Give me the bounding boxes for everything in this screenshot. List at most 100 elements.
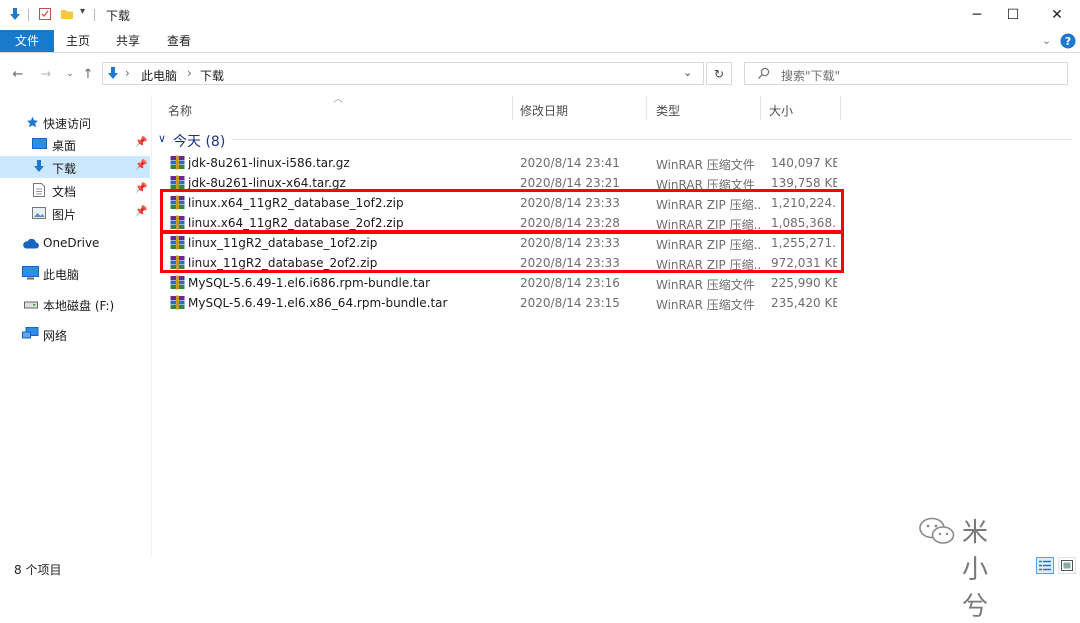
search-placeholder: 搜索"下载" — [781, 69, 841, 83]
large-icons-view-button[interactable] — [1058, 557, 1076, 574]
file-date: 2020/8/14 23:33 — [520, 196, 620, 210]
file-date: 2020/8/14 23:15 — [520, 296, 620, 310]
search-input[interactable]: 搜索"下载" — [744, 62, 1068, 85]
forward-arrow-icon[interactable]: → — [38, 64, 54, 84]
file-type: WinRAR ZIP 压缩... — [656, 238, 760, 252]
tab-share[interactable]: 共享 — [108, 30, 148, 52]
pin-icon[interactable]: 📌 — [135, 183, 147, 194]
file-size: 1,085,368... — [771, 216, 837, 230]
file-row[interactable]: MySQL-5.6.49-1.el6.x86_64.rpm-bundle.tar… — [160, 293, 840, 313]
file-size: 235,420 KB — [771, 296, 837, 310]
column-header-size[interactable]: 大小 — [769, 102, 793, 119]
quick-access-dropdown-icon[interactable]: ▾ — [80, 6, 85, 17]
column-header-date[interactable]: 修改日期 — [520, 102, 568, 119]
column-header-name[interactable]: 名称 — [168, 102, 192, 119]
pin-icon[interactable]: 📌 — [135, 160, 147, 171]
nav-label: 图片 — [52, 208, 77, 222]
file-row[interactable]: linux.x64_11gR2_database_2of2.zip 2020/8… — [160, 213, 840, 233]
file-row[interactable]: jdk-8u261-linux-i586.tar.gz 2020/8/14 23… — [160, 153, 840, 173]
details-view-icon — [1039, 560, 1051, 571]
pin-icon[interactable]: 📌 — [135, 206, 147, 217]
winrar-archive-icon — [170, 295, 185, 310]
pane-divider[interactable] — [151, 95, 152, 555]
address-bar[interactable]: › 此电脑 › 下载 ⌄ — [102, 62, 704, 85]
breadcrumb-separator: › — [125, 66, 130, 80]
details-view-button[interactable] — [1036, 557, 1054, 574]
sort-ascending-icon: ︿ — [333, 94, 343, 105]
column-divider[interactable] — [512, 96, 513, 120]
file-date: 2020/8/14 23:41 — [520, 156, 620, 170]
nav-item-local-disk[interactable]: 本地磁盘 (F:) — [0, 293, 150, 315]
breadcrumb-separator: › — [187, 66, 192, 80]
file-size: 225,990 KB — [771, 276, 837, 290]
file-type: WinRAR 压缩文件 — [656, 278, 755, 292]
nav-item-pictures[interactable]: 图片 📌 — [0, 202, 150, 224]
desktop-icon — [32, 138, 47, 149]
file-row[interactable]: jdk-8u261-linux-x64.tar.gz 2020/8/14 23:… — [160, 173, 840, 193]
file-name: linux_11gR2_database_2of2.zip — [188, 256, 378, 270]
nav-label: 快速访问 — [43, 117, 92, 131]
file-name: linux_11gR2_database_1of2.zip — [188, 236, 378, 250]
group-divider — [232, 139, 1072, 140]
nav-item-desktop[interactable]: 桌面 📌 — [0, 133, 150, 155]
document-icon — [33, 183, 45, 197]
file-name: MySQL-5.6.49-1.el6.x86_64.rpm-bundle.tar — [188, 296, 448, 310]
file-size: 1,210,224... — [771, 196, 837, 210]
file-row[interactable]: linux_11gR2_database_1of2.zip 2020/8/14 … — [160, 233, 840, 253]
file-type: WinRAR 压缩文件 — [656, 298, 755, 312]
search-icon — [758, 67, 770, 79]
nav-item-downloads[interactable]: 下载 📌 — [0, 156, 150, 178]
svg-text:?: ? — [1065, 35, 1071, 48]
column-header-type[interactable]: 类型 — [656, 102, 680, 119]
nav-item-onedrive[interactable]: OneDrive — [0, 232, 150, 254]
ribbon-tabs: 文件 主页 共享 查看 ⌄ ? — [0, 30, 1080, 52]
column-divider[interactable] — [760, 96, 761, 120]
drive-icon — [24, 301, 38, 309]
group-header[interactable]: 今天 (8) — [173, 131, 225, 151]
file-type: WinRAR 压缩文件 — [656, 158, 755, 172]
breadcrumb-this-pc[interactable]: 此电脑 — [141, 67, 177, 84]
breadcrumb-downloads[interactable]: 下载 — [200, 67, 224, 84]
star-icon — [27, 116, 39, 128]
file-type: WinRAR ZIP 压缩... — [656, 218, 760, 232]
properties-icon[interactable] — [38, 7, 52, 21]
refresh-button[interactable]: ↻ — [706, 62, 732, 85]
file-size: 139,758 KB — [771, 176, 837, 190]
file-size: 972,031 KB — [771, 256, 837, 270]
folder-icon[interactable] — [60, 7, 74, 21]
column-divider[interactable] — [646, 96, 647, 120]
tab-file[interactable]: 文件 — [0, 30, 54, 52]
download-arrow-icon[interactable] — [8, 7, 22, 21]
large-icons-view-icon — [1061, 560, 1073, 571]
nav-item-this-pc[interactable]: 此电脑 — [0, 262, 150, 284]
file-date: 2020/8/14 23:21 — [520, 176, 620, 190]
title-bar: ▾ 下载 ─ ☐ ✕ — [0, 0, 1080, 30]
ribbon-expand-icon[interactable]: ⌄ — [1042, 34, 1051, 47]
file-row[interactable]: MySQL-5.6.49-1.el6.i686.rpm-bundle.tar 2… — [160, 273, 840, 293]
nav-label: 桌面 — [52, 139, 77, 153]
winrar-archive-icon — [170, 155, 185, 170]
file-row[interactable]: linux_11gR2_database_2of2.zip 2020/8/14 … — [160, 253, 840, 273]
file-name: linux.x64_11gR2_database_1of2.zip — [188, 196, 404, 210]
winrar-archive-icon — [170, 275, 185, 290]
recent-dropdown-icon[interactable]: ⌄ — [62, 64, 78, 84]
pin-icon[interactable]: 📌 — [135, 137, 147, 148]
file-row[interactable]: linux.x64_11gR2_database_1of2.zip 2020/8… — [160, 193, 840, 213]
tab-home[interactable]: 主页 — [58, 30, 98, 52]
winrar-archive-icon — [170, 195, 185, 210]
close-button[interactable]: ✕ — [1034, 0, 1080, 30]
file-type: WinRAR ZIP 压缩... — [656, 198, 760, 212]
up-arrow-icon[interactable]: ↑ — [80, 64, 96, 84]
maximize-button[interactable]: ☐ — [990, 0, 1036, 30]
file-date: 2020/8/14 23:16 — [520, 276, 620, 290]
nav-item-quick-access[interactable]: 快速访问 — [0, 111, 150, 133]
help-icon[interactable]: ? — [1060, 33, 1076, 49]
tab-view[interactable]: 查看 — [158, 30, 200, 52]
back-arrow-icon[interactable]: ← — [10, 64, 26, 84]
collapse-chevron-icon[interactable]: ∨ — [158, 132, 166, 145]
nav-item-network[interactable]: 网络 — [0, 323, 150, 345]
nav-item-documents[interactable]: 文档 📌 — [0, 179, 150, 201]
winrar-archive-icon — [170, 175, 185, 190]
column-divider[interactable] — [840, 96, 841, 120]
address-dropdown-icon[interactable]: ⌄ — [683, 66, 692, 79]
